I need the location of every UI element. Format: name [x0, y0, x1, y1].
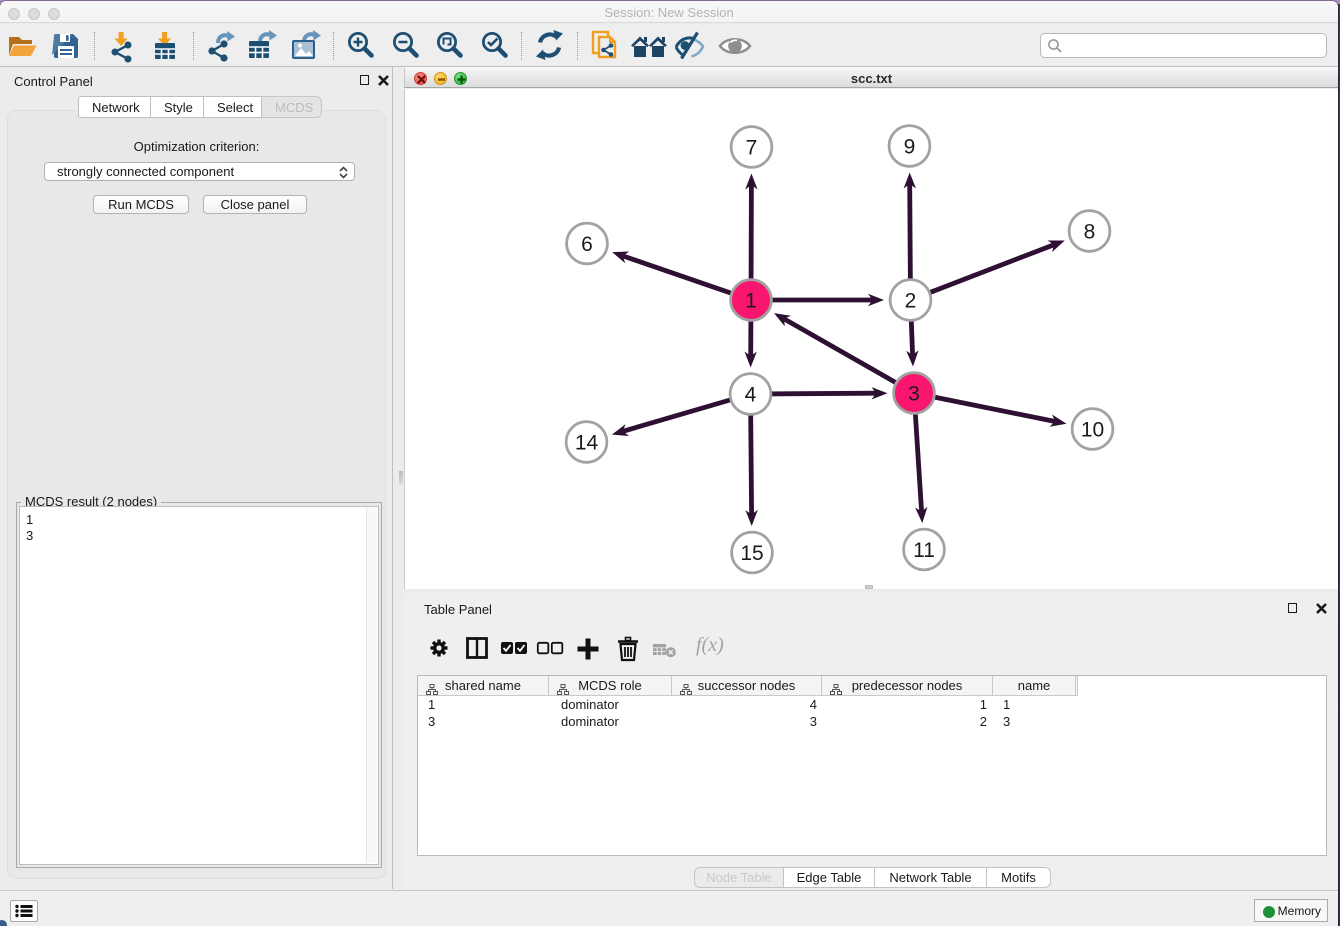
svg-text:2: 2 — [905, 290, 917, 313]
svg-text:8: 8 — [1084, 221, 1096, 244]
svg-text:3: 3 — [908, 383, 920, 406]
svg-text:4: 4 — [745, 384, 757, 407]
svg-text:14: 14 — [575, 432, 599, 455]
svg-text:1: 1 — [745, 290, 757, 313]
svg-text:9: 9 — [904, 136, 916, 159]
svg-text:10: 10 — [1081, 419, 1104, 442]
svg-text:6: 6 — [581, 233, 593, 256]
svg-text:15: 15 — [740, 542, 763, 565]
svg-text:7: 7 — [746, 137, 758, 160]
svg-text:11: 11 — [913, 539, 935, 562]
